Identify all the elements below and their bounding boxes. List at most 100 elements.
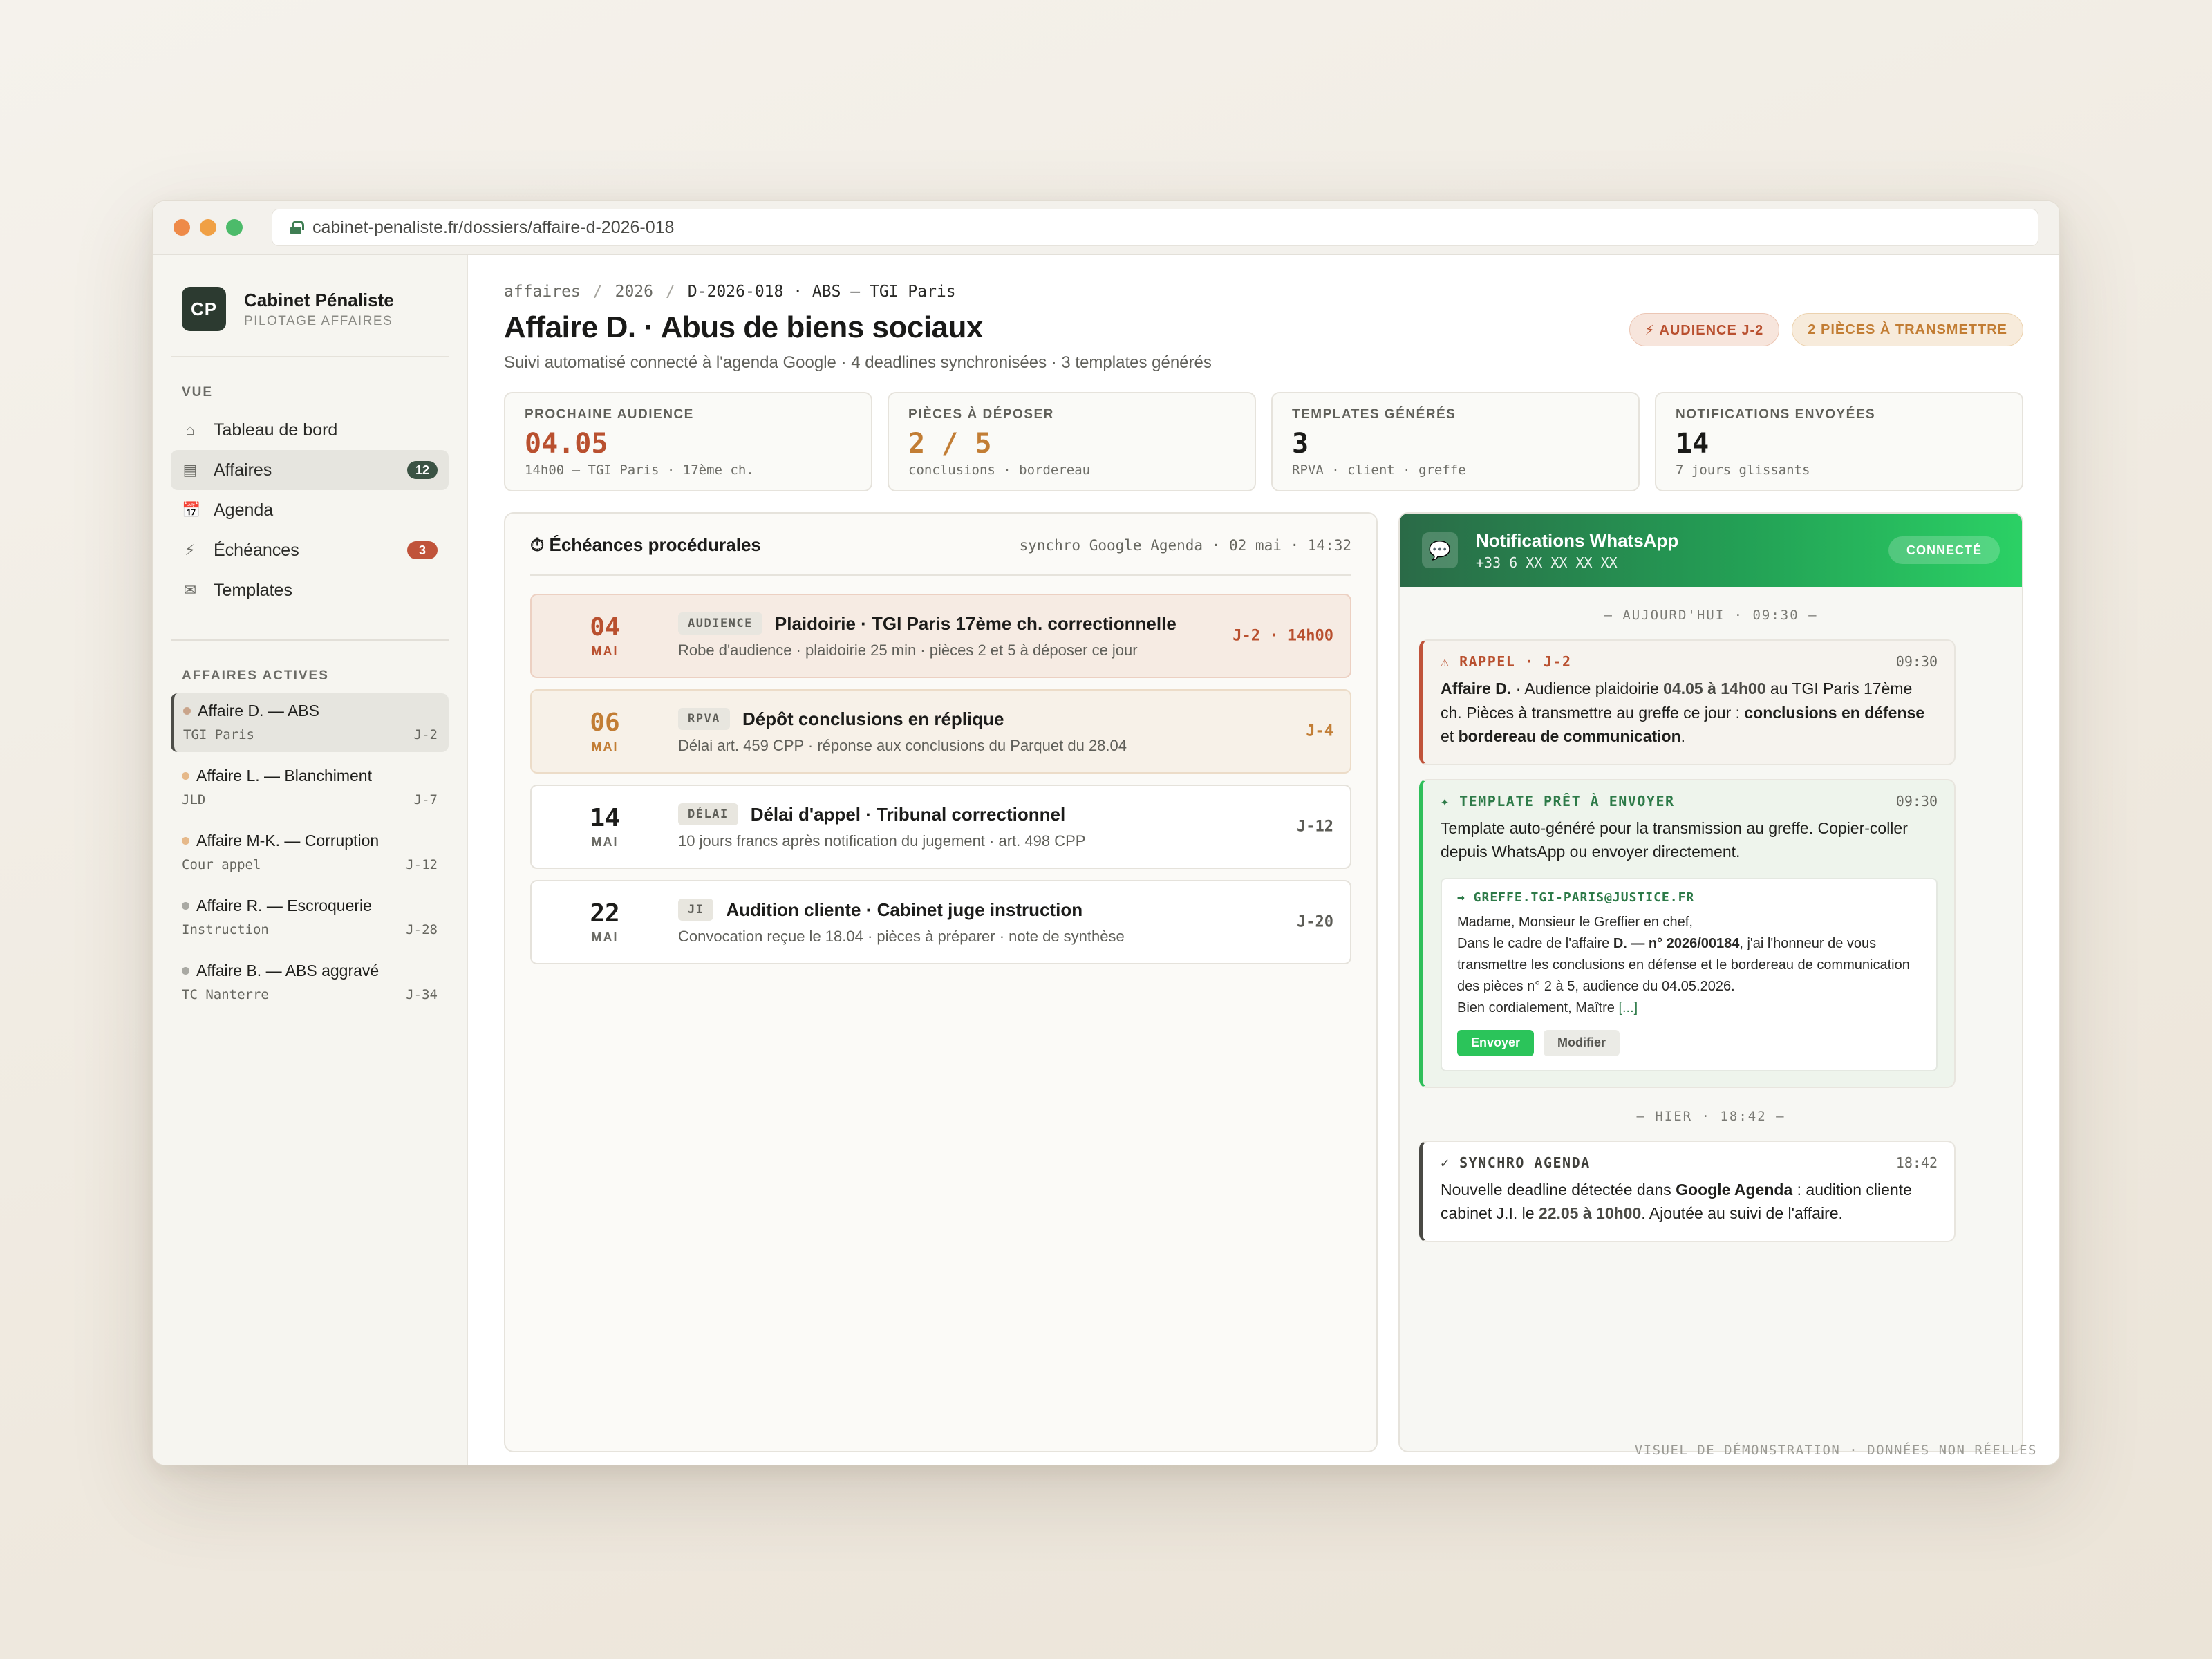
deadline-month: MAI [591,740,619,753]
deadline-type-tag: DÉLAI [678,803,738,825]
documents-pending-badge[interactable]: 2 PIÈCES À TRANSMETTRE [1792,313,2023,346]
active-case-item[interactable]: Affaire L. — Blanchiment JLD J-7 [171,758,449,817]
deadline-countdown: J-20 [1297,913,1333,931]
status-dot [183,707,191,715]
template-message[interactable]: ✦ TEMPLATE PRÊT À ENVOYER 09:30 Template… [1419,778,1956,1088]
sidebar-item-echeances[interactable]: ⚡ Échéances 3 [171,530,449,570]
deadline-type-tag: RPVA [678,708,730,730]
deadline-heading: JI Audition cliente · Cabinet juge instru… [678,899,1350,921]
minimize-window-button[interactable] [200,219,216,236]
active-case-item[interactable]: Affaire M-K. — Corruption Cour appel J-12 [171,823,449,882]
deadline-body: JI Audition cliente · Cabinet juge instru… [678,899,1350,946]
address-bar[interactable]: cabinet-penaliste.fr/dossiers/affaire-d-… [272,209,2038,246]
case-title: Affaire L. — Blanchiment [196,767,372,785]
deadline-row[interactable]: 04 MAI AUDIENCE Plaidoirie · TGI Paris 17èm… [530,594,1351,678]
calendar-icon: 📅 [182,501,201,518]
deadline-heading: DÉLAI Délai d'appel · Tribunal correction… [678,803,1350,825]
deadlines-panel: ⏱ Échéances procédurales synchro Google … [504,512,1378,1452]
sync-label: ✓ SYNCHRO AGENDA [1441,1154,1591,1171]
reminder-label: ⚠ RAPPEL · J-2 [1441,653,1572,670]
deadline-description: Convocation reçue le 18.04 · pièces à pr… [678,928,1125,945]
case-due: J-2 [413,727,438,742]
kpi-label: PIÈCES À DÉPOSER [908,407,1054,422]
sidebar-item-agenda[interactable]: 📅 Agenda [171,490,449,530]
deadline-countdown: J-4 [1306,722,1333,740]
sidebar-divider [171,639,449,641]
case-title-row: Affaire D. — ABS [183,702,438,720]
deadline-type-tag: JI [678,899,714,921]
deadline-day: 06 [590,709,620,737]
count-badge: 12 [407,461,438,479]
case-title-row: Affaire B. — ABS aggravé [182,962,438,980]
deadline-date: 06 MAI [532,709,678,754]
whatsapp-phone: +33 6 XX XX XX XX [1476,554,1618,571]
reminder-text: Affaire D. · Audience plaidoirie 04.05 à… [1441,679,1925,745]
home-icon: ⌂ [185,421,195,438]
hearing-alert-badge[interactable]: ⚡ AUDIENCE J-2 [1629,313,1780,346]
case-meta: TC Nanterre J-34 [182,987,438,1002]
case-due: J-12 [406,857,438,872]
sidebar-item-templates[interactable]: ✉ Templates [171,570,449,610]
kpi-value: 2 / 5 [908,428,992,460]
deadline-title: Délai d'appel · Tribunal correctionnel [750,803,1066,825]
brand-tagline: PILOTAGE AFFAIRES [244,313,393,328]
connection-status-badge: CONNECTÉ [1888,536,2000,564]
case-court: Cour appel [182,857,261,872]
deadline-row[interactable]: 06 MAI RPVA Dépôt conclusions en réplique Dé… [530,689,1351,774]
day-separator-today: — AUJOURD'HUI · 09:30 — [1604,608,1818,623]
case-due: J-7 [413,792,438,807]
deadline-description: 10 jours francs après notification du ju… [678,832,1086,850]
close-window-button[interactable] [174,219,190,236]
deadline-title: Dépôt conclusions en réplique [742,708,1004,729]
email-recipient: → GREFFE.TGI-PARIS@JUSTICE.FR [1457,890,1695,905]
edit-button[interactable]: Modifier [1544,1029,1620,1056]
sync-message[interactable]: ✓ SYNCHRO AGENDA 18:42 Nouvelle deadline… [1419,1140,1956,1242]
breadcrumb-separator: / [592,283,603,301]
case-court: JLD [182,792,206,807]
deadline-type-tag: AUDIENCE [678,612,762,635]
sidebar-item-label: Templates [214,580,292,600]
case-title: Affaire R. — Escroquerie [196,897,372,915]
page-title: Affaire D. · Abus de biens sociaux [504,310,983,344]
browser-window: cabinet-penaliste.fr/dossiers/affaire-d-… [152,200,2060,1465]
case-title-row: Affaire M-K. — Corruption [182,832,438,850]
template-label: ✦ TEMPLATE PRÊT À ENVOYER [1441,792,1675,809]
breadcrumb-item-affaires[interactable]: affaires [504,283,581,301]
send-button[interactable]: Envoyer [1457,1029,1535,1056]
message-time: 09:30 [1895,792,1938,809]
cases-section-label: AFFAIRES ACTIVES [182,668,329,683]
breadcrumb-item-year[interactable]: 2026 [615,283,653,301]
status-dot [182,772,189,780]
deadline-day: 04 [590,613,620,641]
deadline-row[interactable]: 14 MAI DÉLAI Délai d'appel · Tribunal corre… [530,785,1351,869]
kpi-card: TEMPLATES GÉNÉRÉS 3 RPVA · client · greffe [1271,392,1640,491]
sidebar-item-affaires[interactable]: ▤ Affaires 12 [171,450,449,490]
sidebar-item-tableau-de-bord[interactable]: ⌂ Tableau de bord [171,410,449,450]
reminder-message[interactable]: ⚠ RAPPEL · J-2 09:30 Affaire D. · Audien… [1419,639,1956,765]
email-preview: → GREFFE.TGI-PARIS@JUSTICE.FR Madame, Mo… [1441,877,1938,1071]
case-meta: Instruction J-28 [182,922,438,937]
logo: CP [182,287,226,331]
demo-disclaimer: VISUEL DE DÉMONSTRATION · DONNÉES NON RÉ… [1634,1443,2037,1458]
deadlines-sync-status: synchro Google Agenda · 02 mai · 14:32 [1019,537,1351,554]
brand: CP Cabinet Pénaliste PILOTAGE AFFAIRES [171,287,449,357]
kpi-card: NOTIFICATIONS ENVOYÉES 14 7 jours glissant… [1655,392,2023,491]
deadline-row[interactable]: 22 MAI JI Audition cliente · Cabinet juge i… [530,880,1351,964]
kpi-sub: RPVA · client · greffe [1292,462,1466,478]
lock-icon [290,221,304,234]
active-case-item[interactable]: Affaire B. — ABS aggravé TC Nanterre J-34 [171,953,449,1012]
sidebar-item-label: Échéances [214,540,299,560]
active-case-item[interactable]: Affaire R. — Escroquerie Instruction J-28 [171,888,449,947]
deadline-date: 14 MAI [532,804,678,850]
deadline-day: 22 [590,899,620,928]
deadline-countdown: J-2 · 14h00 [1232,627,1333,645]
kpi-card: PROCHAINE AUDIENCE 04.05 14h00 — TGI Paris… [504,392,872,491]
deadlines-title: ⏱ Échéances procédurales [530,534,761,555]
case-court: TGI Paris [183,727,254,742]
page-subtitle: Suivi automatisé connecté à l'agenda Goo… [504,353,1212,372]
kpi-label: PROCHAINE AUDIENCE [525,407,694,422]
active-case-item[interactable]: Affaire D. — ABS TGI Paris J-2 [171,693,449,752]
maximize-window-button[interactable] [226,219,243,236]
url-text: cabinet-penaliste.fr/dossiers/affaire-d-… [312,217,675,237]
deadline-month: MAI [591,644,619,658]
